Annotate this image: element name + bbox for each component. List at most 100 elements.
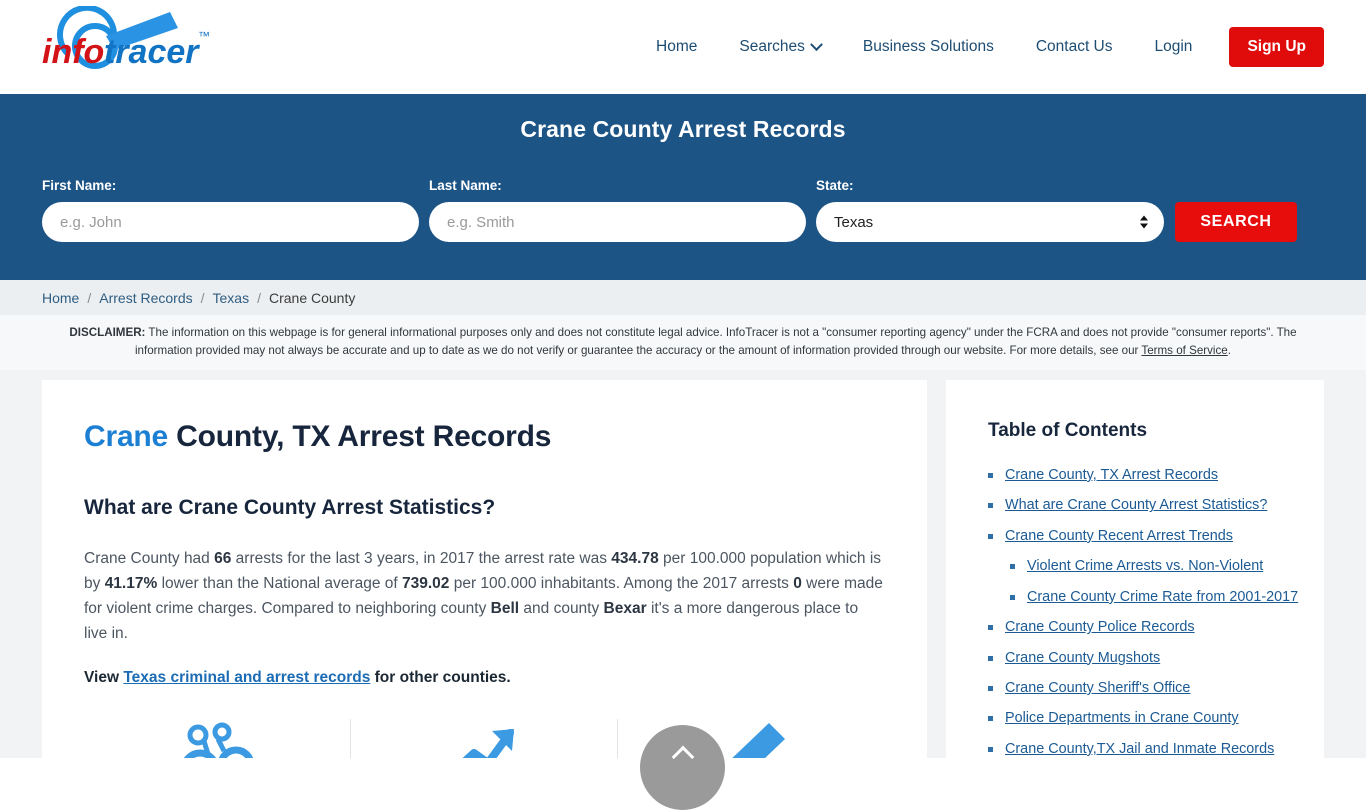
disclaimer-label: DISCLAIMER:	[69, 326, 146, 339]
toc-link[interactable]: Crane County,TX Jail and Inmate Records	[1005, 740, 1274, 758]
handcuffs-icon	[184, 722, 254, 758]
toc-link[interactable]: Violent Crime Arrests vs. Non-Violent	[1027, 557, 1263, 576]
terms-of-service-link[interactable]: Terms of Service	[1141, 344, 1227, 357]
stat-arrest-count: 66	[214, 549, 232, 567]
toc-link[interactable]: Crane County Police Records	[1005, 618, 1195, 637]
bullet-icon	[1010, 564, 1015, 570]
breadcrumb-separator: /	[200, 289, 205, 306]
para-text: and county	[519, 600, 604, 618]
toc-link[interactable]: Crane County Recent Arrest Trends	[1005, 527, 1233, 546]
site-logo[interactable]: info tracer ™	[38, 6, 228, 80]
bullet-icon	[988, 686, 993, 691]
view-suffix: for other counties.	[370, 669, 511, 687]
first-name-input[interactable]	[42, 202, 419, 242]
disclaimer-period: .	[1227, 343, 1231, 357]
svg-text:info: info	[42, 33, 104, 71]
breadcrumb: Home / Arrest Records / Texas / Crane Co…	[0, 280, 1366, 315]
page-title: Crane County, TX Arrest Records	[84, 420, 883, 454]
toc-item[interactable]: Crane County Recent Arrest Trends	[988, 527, 1300, 546]
toc-link[interactable]: Crane County Sheriff's Office	[1005, 679, 1190, 698]
banner-title: Crane County Arrest Records	[520, 116, 846, 142]
texas-records-link[interactable]: Texas criminal and arrest records	[123, 669, 370, 686]
toc-item[interactable]: Crane County Police Records	[988, 618, 1300, 637]
bullet-icon	[988, 746, 993, 752]
toc-item[interactable]: Crane County Mugshots	[988, 649, 1300, 668]
toc-link[interactable]: Police Departments in Crane County	[1005, 709, 1239, 728]
nav-item-business-solutions[interactable]: Business Solutions	[842, 38, 1015, 56]
first-name-field-group: First Name:	[42, 178, 419, 242]
stat-violent-arrests: 0	[793, 575, 802, 593]
bullet-icon	[988, 655, 993, 661]
table-of-contents-card: Table of Contents Crane County, TX Arres…	[946, 379, 1324, 758]
breadcrumb-item-texas[interactable]: Texas	[213, 290, 250, 306]
toc-list: Crane County, TX Arrest Records What are…	[988, 466, 1300, 758]
state-select[interactable]: Texas	[816, 202, 1164, 242]
svg-text:™: ™	[198, 29, 210, 43]
bullet-icon	[988, 503, 993, 509]
para-text: arrests for the last 3 years, in 2017 th…	[231, 549, 612, 567]
view-prefix: View	[84, 669, 124, 687]
bullet-icon	[988, 472, 993, 478]
bullet-icon	[988, 625, 993, 631]
toc-item[interactable]: Crane County, TX Arrest Records	[988, 466, 1300, 485]
toc-subitem[interactable]: Violent Crime Arrests vs. Non-Violent	[988, 557, 1300, 576]
nav-label: Searches	[739, 38, 805, 55]
disclaimer-text: The information on this webpage is for g…	[134, 326, 1297, 357]
state-label: State:	[816, 178, 854, 193]
nav-item-contact-us[interactable]: Contact Us	[1015, 38, 1134, 56]
breadcrumb-separator: /	[87, 289, 92, 306]
last-name-field-group: Last Name:	[429, 178, 806, 242]
nav-label: Business Solutions	[862, 38, 994, 55]
toc-item[interactable]: Crane County,TX Jail and Inmate Records	[988, 740, 1300, 758]
toc-item[interactable]: What are Crane County Arrest Statistics?	[988, 496, 1300, 515]
stat-arrest-rate: 434.78	[611, 549, 659, 567]
search-button[interactable]: SEARCH	[1175, 202, 1297, 242]
nav-item-searches[interactable]: Searches	[718, 37, 841, 56]
arrest-statistics-paragraph: Crane County had 66 arrests for the last…	[84, 546, 883, 646]
bullet-icon	[988, 716, 993, 722]
infotracer-logo-icon: info tracer ™	[42, 6, 210, 71]
page-body: Crane County, TX Arrest Records What are…	[0, 369, 1366, 758]
last-name-label: Last Name:	[429, 178, 502, 193]
toc-link[interactable]: Crane County, TX Arrest Records	[1005, 466, 1218, 485]
site-header: info tracer ™ Home Searches Business Sol…	[0, 0, 1366, 94]
para-text: per 100.000 inhabitants. Among the 2017 …	[449, 575, 794, 593]
main-navigation: Home Searches Business Solutions Contact…	[635, 0, 1324, 94]
state-field-group: State: Texas	[816, 178, 1164, 242]
toc-title: Table of Contents	[988, 419, 1148, 441]
toc-subitem[interactable]: Crane County Crime Rate from 2001-2017	[988, 588, 1300, 607]
sign-up-button[interactable]: Sign Up	[1229, 27, 1324, 67]
chevron-up-icon	[671, 745, 694, 769]
nav-item-login[interactable]: Login	[1134, 38, 1214, 56]
para-text: Crane County had	[84, 549, 215, 567]
people-search-form: First Name: Last Name: State: Texas SEAR…	[42, 178, 1324, 242]
stat-neighbor-county-2: Bexar	[603, 600, 647, 618]
nav-label: Home	[656, 38, 698, 55]
view-other-counties-line: View Texas criminal and arrest records f…	[84, 669, 883, 687]
last-name-input[interactable]	[429, 202, 806, 242]
toc-link[interactable]: What are Crane County Arrest Statistics?	[1005, 496, 1267, 515]
stat-national-average: 739.02	[401, 575, 450, 593]
toc-item[interactable]: Police Departments in Crane County	[988, 709, 1300, 728]
stat-neighbor-county-1: Bell	[490, 600, 520, 618]
stat-percent-lower: 41.17%	[104, 575, 158, 593]
para-text: lower than the National average of	[157, 575, 402, 593]
nav-label: Contact Us	[1035, 38, 1113, 55]
breadcrumb-item-current: Crane County	[268, 289, 356, 306]
feature-icon-row	[84, 719, 883, 758]
feature-cell-arrests	[84, 719, 350, 758]
main-content-card: Crane County, TX Arrest Records What are…	[42, 379, 927, 758]
bullet-icon	[1010, 594, 1015, 600]
first-name-label: First Name:	[42, 178, 117, 193]
page-title-rest: County, TX Arrest Records	[168, 419, 552, 453]
nav-item-home[interactable]: Home	[635, 38, 718, 56]
toc-link[interactable]: Crane County Crime Rate from 2001-2017	[1027, 588, 1298, 607]
breadcrumb-item-arrest-records[interactable]: Arrest Records	[99, 290, 192, 306]
svg-text:tracer: tracer	[104, 33, 200, 71]
breadcrumb-item-home[interactable]: Home	[42, 290, 79, 306]
search-banner: Crane County Arrest Records First Name: …	[0, 94, 1366, 280]
breadcrumb-separator: /	[257, 289, 261, 306]
toc-link[interactable]: Crane County Mugshots	[1005, 649, 1160, 668]
feature-cell-trends	[350, 719, 616, 758]
toc-item[interactable]: Crane County Sheriff's Office	[988, 679, 1300, 698]
